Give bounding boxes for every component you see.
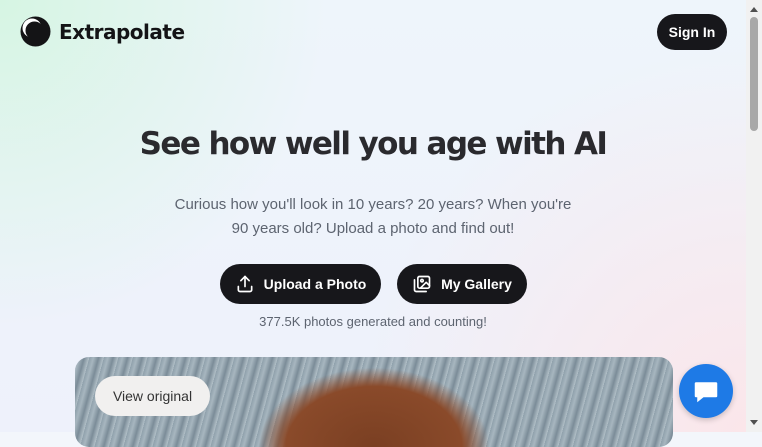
header: Extrapolate Sign In [0,0,746,64]
my-gallery-button[interactable]: My Gallery [397,264,527,304]
brand-name: Extrapolate [59,19,185,44]
upload-photo-button[interactable]: Upload a Photo [220,264,381,304]
scroll-up-arrow-icon[interactable] [746,2,762,16]
sign-in-button[interactable]: Sign In [657,14,727,50]
gallery-icon [413,275,431,293]
scroll-down-arrow-icon[interactable] [746,416,762,430]
page-scrollbar[interactable] [746,0,762,432]
hero-subtitle: Curious how you'll look in 10 years? 20 … [174,196,572,237]
brand-logo[interactable]: Extrapolate [20,16,185,47]
hero-title: See how well you age with AI [139,126,608,162]
crescent-moon-logo-icon [20,16,51,47]
upload-photo-label: Upload a Photo [263,276,367,292]
scrollbar-thumb[interactable] [750,17,758,131]
view-original-button[interactable]: View original [95,376,210,416]
photos-generated-counter: 377.5K photos generated and counting! [259,314,487,329]
upload-icon [237,275,253,293]
chat-bubble-icon [694,382,718,403]
my-gallery-label: My Gallery [441,276,512,292]
chat-widget-button[interactable] [679,364,733,418]
